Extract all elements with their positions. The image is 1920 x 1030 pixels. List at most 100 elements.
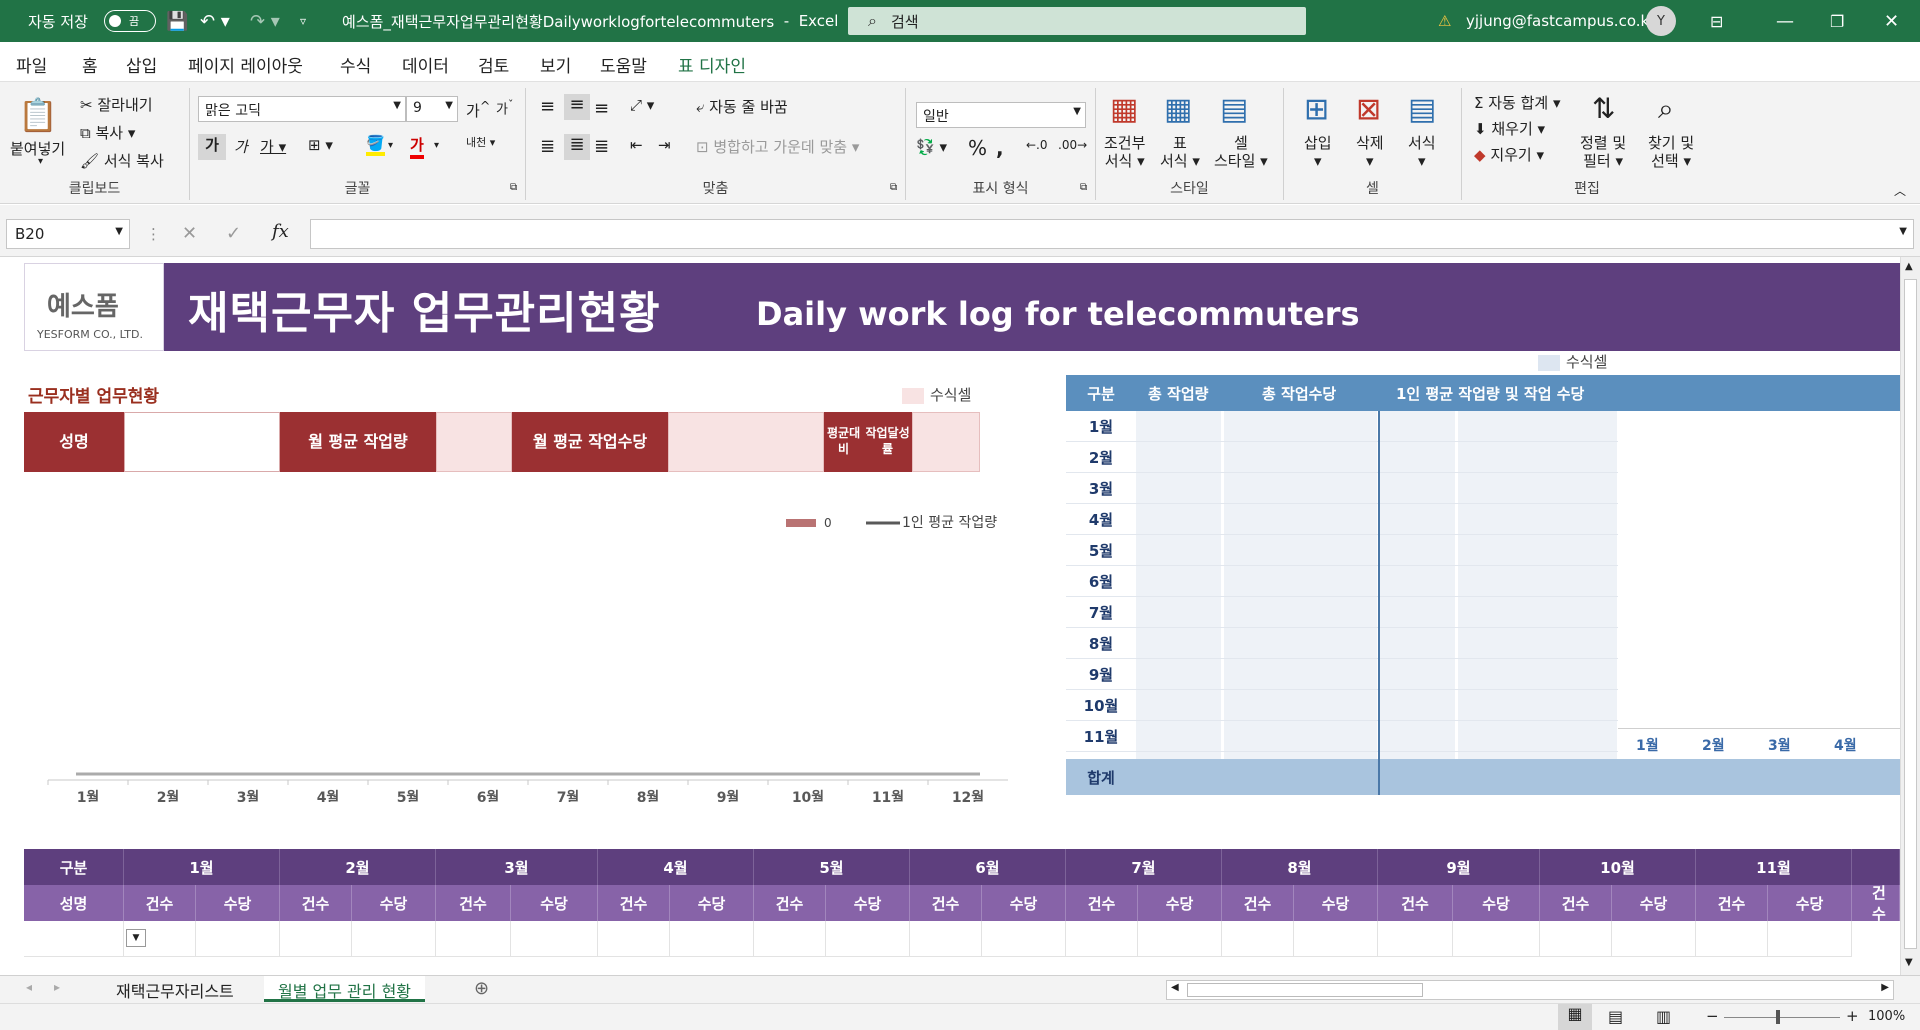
scroll-up-icon[interactable]: ▲ — [1905, 261, 1913, 272]
table-cell[interactable] — [1224, 473, 1378, 504]
table-cell[interactable] — [1453, 921, 1540, 957]
shrink-font-icon[interactable]: 가ˇ — [496, 98, 513, 117]
insert-function-icon[interactable]: fx — [272, 221, 289, 242]
zoom-level[interactable]: 100% — [1868, 1009, 1905, 1024]
table-cell[interactable] — [754, 921, 826, 957]
qat-customize-icon[interactable]: ▿ — [300, 0, 306, 42]
table-cell[interactable] — [1224, 597, 1378, 628]
font-color-icon[interactable]: 가 — [410, 134, 424, 159]
increase-indent-icon[interactable]: ⇥ — [658, 136, 671, 154]
table-cell[interactable] — [1458, 442, 1618, 473]
increase-decimal-icon[interactable]: ←.0 — [1026, 138, 1048, 152]
wrap-text-button[interactable]: ⤶ 자동 줄 바꿈 — [696, 96, 788, 117]
normal-view-icon[interactable]: ▦ — [1558, 1004, 1592, 1030]
align-top-icon[interactable]: ≡ — [540, 96, 555, 117]
table-cell[interactable] — [1380, 628, 1456, 659]
scroll-left-icon[interactable]: ◀ — [1171, 982, 1179, 993]
table-cell[interactable] — [1458, 566, 1618, 597]
minimize-icon[interactable]: — — [1776, 0, 1794, 42]
table-cell[interactable] — [1380, 442, 1456, 473]
warning-icon[interactable]: ⚠ — [1438, 0, 1451, 42]
table-cell[interactable] — [1222, 921, 1294, 957]
table-cell[interactable] — [436, 921, 511, 957]
table-cell[interactable] — [910, 921, 982, 957]
undo-icon[interactable]: ↶ ▾ — [200, 0, 230, 42]
table-cell[interactable] — [1458, 504, 1618, 535]
underline-icon[interactable]: 가 ▾ — [260, 136, 286, 157]
align-bottom-icon[interactable]: ≡ — [594, 98, 609, 119]
table-cell[interactable] — [1136, 690, 1222, 721]
font-dialog-icon[interactable]: ⧉ — [510, 182, 517, 193]
percent-icon[interactable]: % — [968, 136, 987, 160]
table-cell[interactable] — [1224, 442, 1378, 473]
table-cell[interactable] — [1066, 921, 1138, 957]
format-table-button[interactable]: 표 서식 ▾ — [1160, 134, 1200, 170]
find-select-button[interactable]: 찾기 및 선택 ▾ — [1648, 134, 1694, 170]
conditional-format-icon[interactable]: ▦ — [1110, 92, 1138, 127]
font-name-select[interactable]: 맑은 고딕 ▼ — [198, 96, 406, 122]
table-cell[interactable] — [1224, 690, 1378, 721]
table-cell[interactable] — [1136, 628, 1222, 659]
table-cell[interactable] — [124, 921, 196, 957]
achievement-cell[interactable] — [912, 412, 980, 472]
restore-icon[interactable]: ❐ — [1830, 0, 1844, 42]
page-break-view-icon[interactable]: ▥ — [1656, 1007, 1671, 1026]
table-cell[interactable] — [1224, 659, 1378, 690]
table-cell[interactable] — [1380, 504, 1456, 535]
fill-button[interactable]: ⬇ 채우기 ▾ — [1474, 118, 1545, 139]
format-cells-button[interactable]: 서식 ▾ — [1408, 134, 1436, 170]
table-cell[interactable] — [1136, 535, 1222, 566]
alignment-dialog-icon[interactable]: ⧉ — [890, 182, 897, 193]
bold-icon[interactable]: 가 — [198, 134, 226, 160]
table-cell[interactable] — [1224, 628, 1378, 659]
horizontal-scrollbar[interactable]: ◀ ▶ — [1166, 980, 1894, 1000]
align-center-icon[interactable]: ≣ — [564, 134, 590, 160]
table-cell[interactable] — [1768, 921, 1852, 957]
name-cell[interactable] — [24, 921, 124, 957]
table-cell[interactable] — [1224, 721, 1378, 752]
table-cell[interactable] — [1458, 411, 1618, 442]
decrease-decimal-icon[interactable]: .00→ — [1058, 138, 1087, 152]
table-cell[interactable] — [1380, 566, 1456, 597]
search-box[interactable]: ⌕ 검색 — [848, 7, 1306, 35]
table-cell[interactable] — [982, 921, 1066, 957]
cut-button[interactable]: ✂ 잘라내기 — [80, 94, 153, 115]
tab-insert[interactable]: 삽입 — [126, 52, 157, 77]
table-cell[interactable] — [1458, 473, 1618, 504]
phonetic-icon[interactable]: 내천 ▾ — [466, 134, 495, 150]
align-left-icon[interactable]: ≣ — [540, 136, 555, 157]
paste-dropdown-icon[interactable]: ▾ — [38, 156, 43, 167]
table-cell[interactable] — [1136, 659, 1222, 690]
table-cell[interactable] — [1136, 473, 1222, 504]
ribbon-display-icon[interactable]: ⊟ — [1710, 0, 1723, 42]
name-cell[interactable] — [124, 412, 280, 472]
table-cell[interactable] — [1380, 411, 1456, 442]
scroll-down-icon[interactable]: ▼ — [1905, 957, 1913, 968]
name-box[interactable]: B20 ▼ — [6, 219, 130, 249]
grow-font-icon[interactable]: 가^ — [466, 98, 490, 121]
table-cell[interactable] — [352, 921, 436, 957]
number-format-select[interactable]: 일반 ▼ — [916, 102, 1086, 128]
font-color-dropdown-icon[interactable]: ▾ — [434, 140, 439, 151]
cancel-icon[interactable]: ✕ — [182, 223, 197, 244]
table-cell[interactable] — [1294, 921, 1378, 957]
avg-pay-cell[interactable] — [668, 412, 824, 472]
table-cell[interactable] — [1138, 921, 1222, 957]
align-right-icon[interactable]: ≣ — [594, 136, 609, 157]
table-cell[interactable] — [1378, 921, 1453, 957]
close-icon[interactable]: ✕ — [1884, 0, 1899, 42]
fill-color-icon[interactable]: 🪣 — [366, 134, 385, 156]
comma-icon[interactable]: , — [996, 136, 1004, 160]
table-cell[interactable] — [670, 921, 754, 957]
align-middle-icon[interactable]: ≡ — [564, 94, 590, 120]
conditional-format-button[interactable]: 조건부 서식 ▾ — [1104, 134, 1145, 170]
sort-filter-icon[interactable]: ⇅ — [1592, 92, 1615, 125]
tab-data[interactable]: 데이터 — [402, 52, 449, 77]
sheet-tab-list[interactable]: 재택근무자리스트 — [102, 976, 248, 1002]
zoom-slider-thumb[interactable] — [1776, 1010, 1780, 1024]
cell-style-icon[interactable]: ▤ — [1220, 92, 1248, 127]
cell-style-button[interactable]: 셀 스타일 ▾ — [1214, 134, 1268, 170]
monthly-work-chart[interactable]: 0 1인 평균 작업량 1월 2월 3월 4월 5월 6월 7월 8월 9월 10월 11월 12월 — [24, 492, 1014, 802]
format-table-icon[interactable]: ▦ — [1164, 92, 1192, 127]
sheet-tab-monthly[interactable]: 월별 업무 관리 현황 — [264, 976, 426, 1002]
